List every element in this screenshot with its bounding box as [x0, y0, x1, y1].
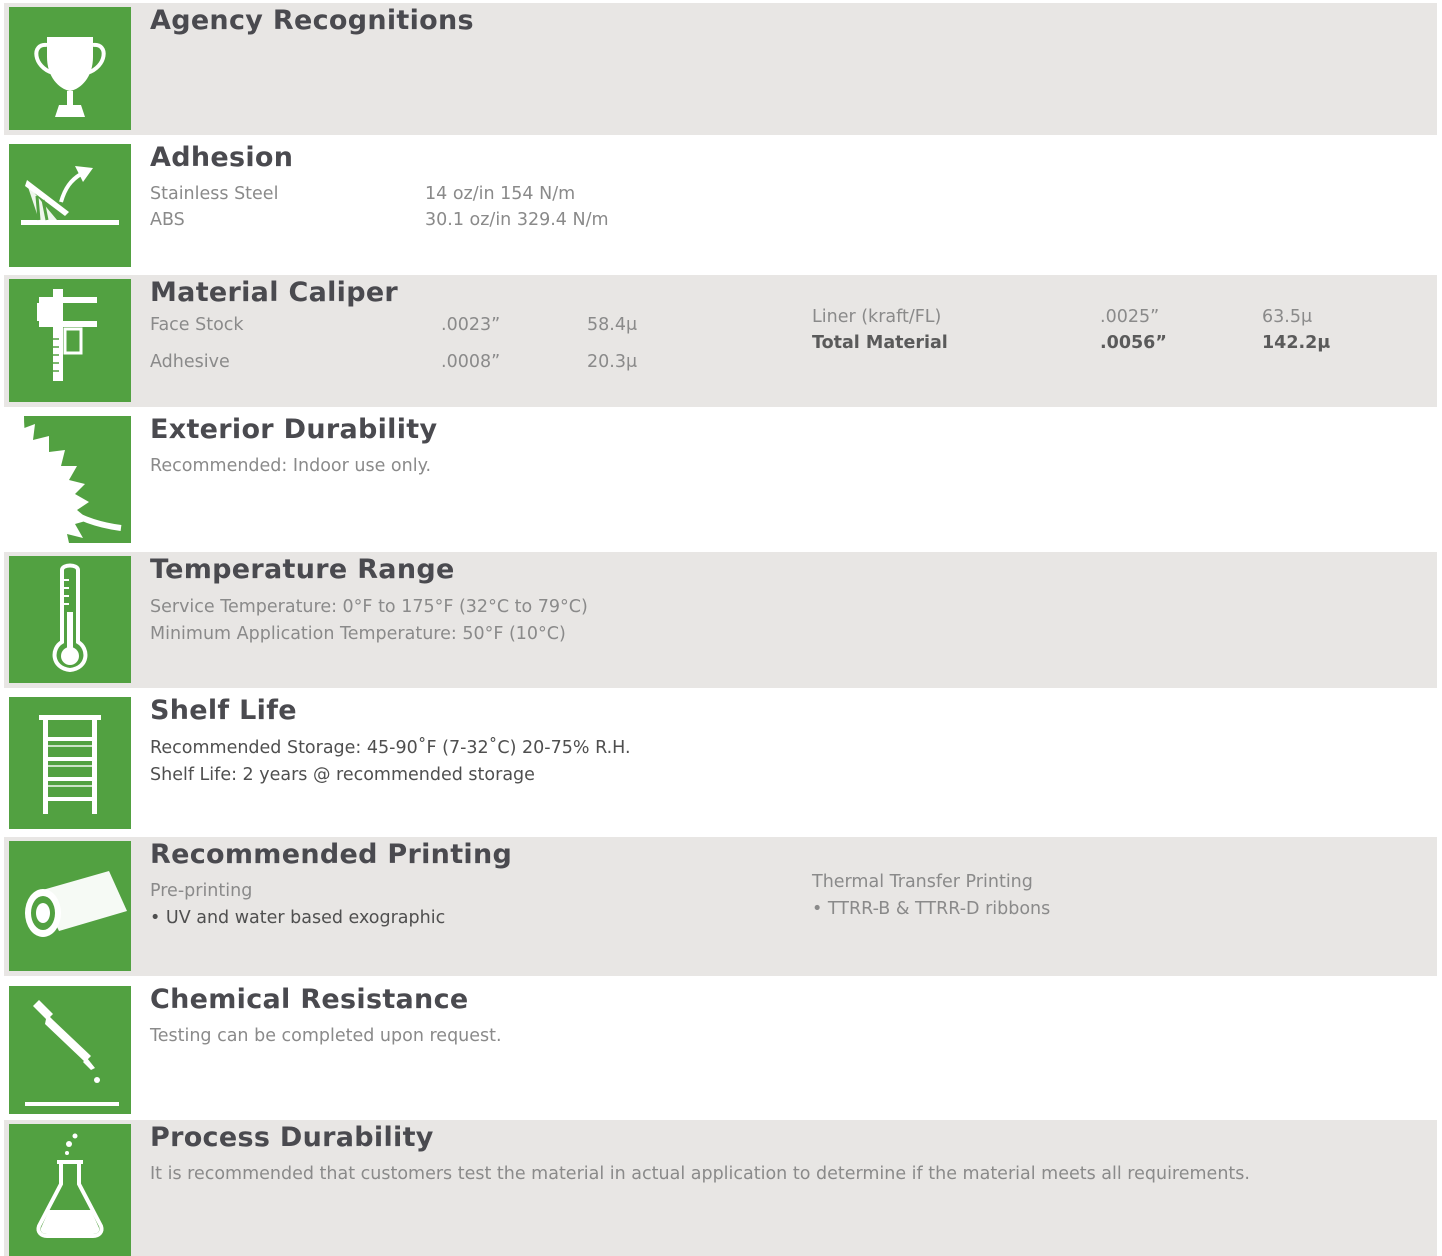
caliper-liner-inches: .0025” — [1100, 307, 1160, 327]
process-durability-text: It is recommended that customers test th… — [150, 1164, 1250, 1184]
material-caliper-title: Material Caliper — [150, 277, 399, 308]
trophy-icon — [9, 7, 131, 130]
caliper-liner-label: Liner (kraft/FL) — [812, 307, 942, 327]
min-application-temperature-text: Minimum Application Temperature: 50°F (1… — [150, 624, 566, 644]
chemical-resistance-title: Chemical Resistance — [150, 984, 469, 1015]
adhesion-label-stainless: Stainless Steel — [150, 184, 279, 204]
caliper-adhesive-microns: 20.3μ — [587, 352, 638, 372]
caliper-adhesive-label: Adhesive — [150, 352, 230, 372]
section-agency-recognitions: Agency Recognitions — [4, 3, 1437, 135]
caliper-liner-microns: 63.5μ — [1262, 307, 1313, 327]
section-exterior-durability: Exterior Durability Recommended: Indoor … — [4, 412, 1437, 548]
service-temperature-text: Service Temperature: 0°F to 175°F (32°C … — [150, 597, 588, 617]
recommended-storage-text: Recommended Storage: 45-90˚F (7-32˚C) 20… — [150, 738, 631, 758]
recommended-printing-title: Recommended Printing — [150, 839, 513, 870]
roll-icon — [9, 841, 131, 971]
temperature-range-title: Temperature Range — [150, 554, 455, 585]
chemical-resistance-text: Testing can be completed upon request. — [150, 1026, 502, 1046]
process-durability-title: Process Durability — [150, 1122, 434, 1153]
caliper-icon — [9, 279, 131, 402]
preprinting-heading: Pre-printing — [150, 881, 253, 901]
shelf-life-title: Shelf Life — [150, 695, 297, 726]
caliper-adhesive-inches: .0008” — [441, 352, 501, 372]
dropper-icon — [9, 986, 131, 1114]
caliper-facestock-label: Face Stock — [150, 315, 244, 335]
section-chemical-resistance: Chemical Resistance Testing can be compl… — [4, 982, 1437, 1116]
adhesion-title: Adhesion — [150, 142, 294, 173]
section-temperature-range: Temperature Range Service Temperature: 0… — [4, 552, 1437, 688]
caliper-total-inches: .0056” — [1100, 333, 1167, 353]
preprinting-item: • UV and water based exographic — [150, 908, 446, 928]
section-process-durability: Process Durability It is recommended tha… — [4, 1120, 1437, 1256]
thermal-transfer-heading: Thermal Transfer Printing — [812, 872, 1033, 892]
section-adhesion: Adhesion Stainless Steel 14 oz/in 154 N/… — [4, 140, 1437, 270]
section-shelf-life: Shelf Life Recommended Storage: 45-90˚F … — [4, 693, 1437, 831]
adhesion-value-abs: 30.1 oz/in 329.4 N/m — [425, 210, 609, 230]
exterior-durability-title: Exterior Durability — [150, 414, 438, 445]
caliper-facestock-inches: .0023” — [441, 315, 501, 335]
caliper-total-label: Total Material — [812, 333, 948, 353]
agency-recognitions-title: Agency Recognitions — [150, 5, 474, 36]
adhesion-label-abs: ABS — [150, 210, 185, 230]
caliper-total-microns: 142.2μ — [1262, 333, 1331, 353]
thermometer-icon — [9, 556, 131, 683]
shelf-icon — [9, 697, 131, 829]
section-material-caliper: Material Caliper Face Stock .0023” 58.4μ… — [4, 275, 1437, 407]
section-recommended-printing: Recommended Printing Pre-printing • UV a… — [4, 837, 1437, 976]
peel-test-icon — [9, 144, 131, 267]
shelf-life-text: Shelf Life: 2 years @ recommended storag… — [150, 765, 535, 785]
thermal-transfer-item: • TTRR-B & TTRR-D ribbons — [812, 899, 1051, 919]
flask-icon — [9, 1124, 131, 1256]
adhesion-value-stainless: 14 oz/in 154 N/m — [425, 184, 576, 204]
caliper-facestock-microns: 58.4μ — [587, 315, 638, 335]
sun-icon — [9, 416, 131, 543]
exterior-durability-text: Recommended: Indoor use only. — [150, 456, 432, 476]
